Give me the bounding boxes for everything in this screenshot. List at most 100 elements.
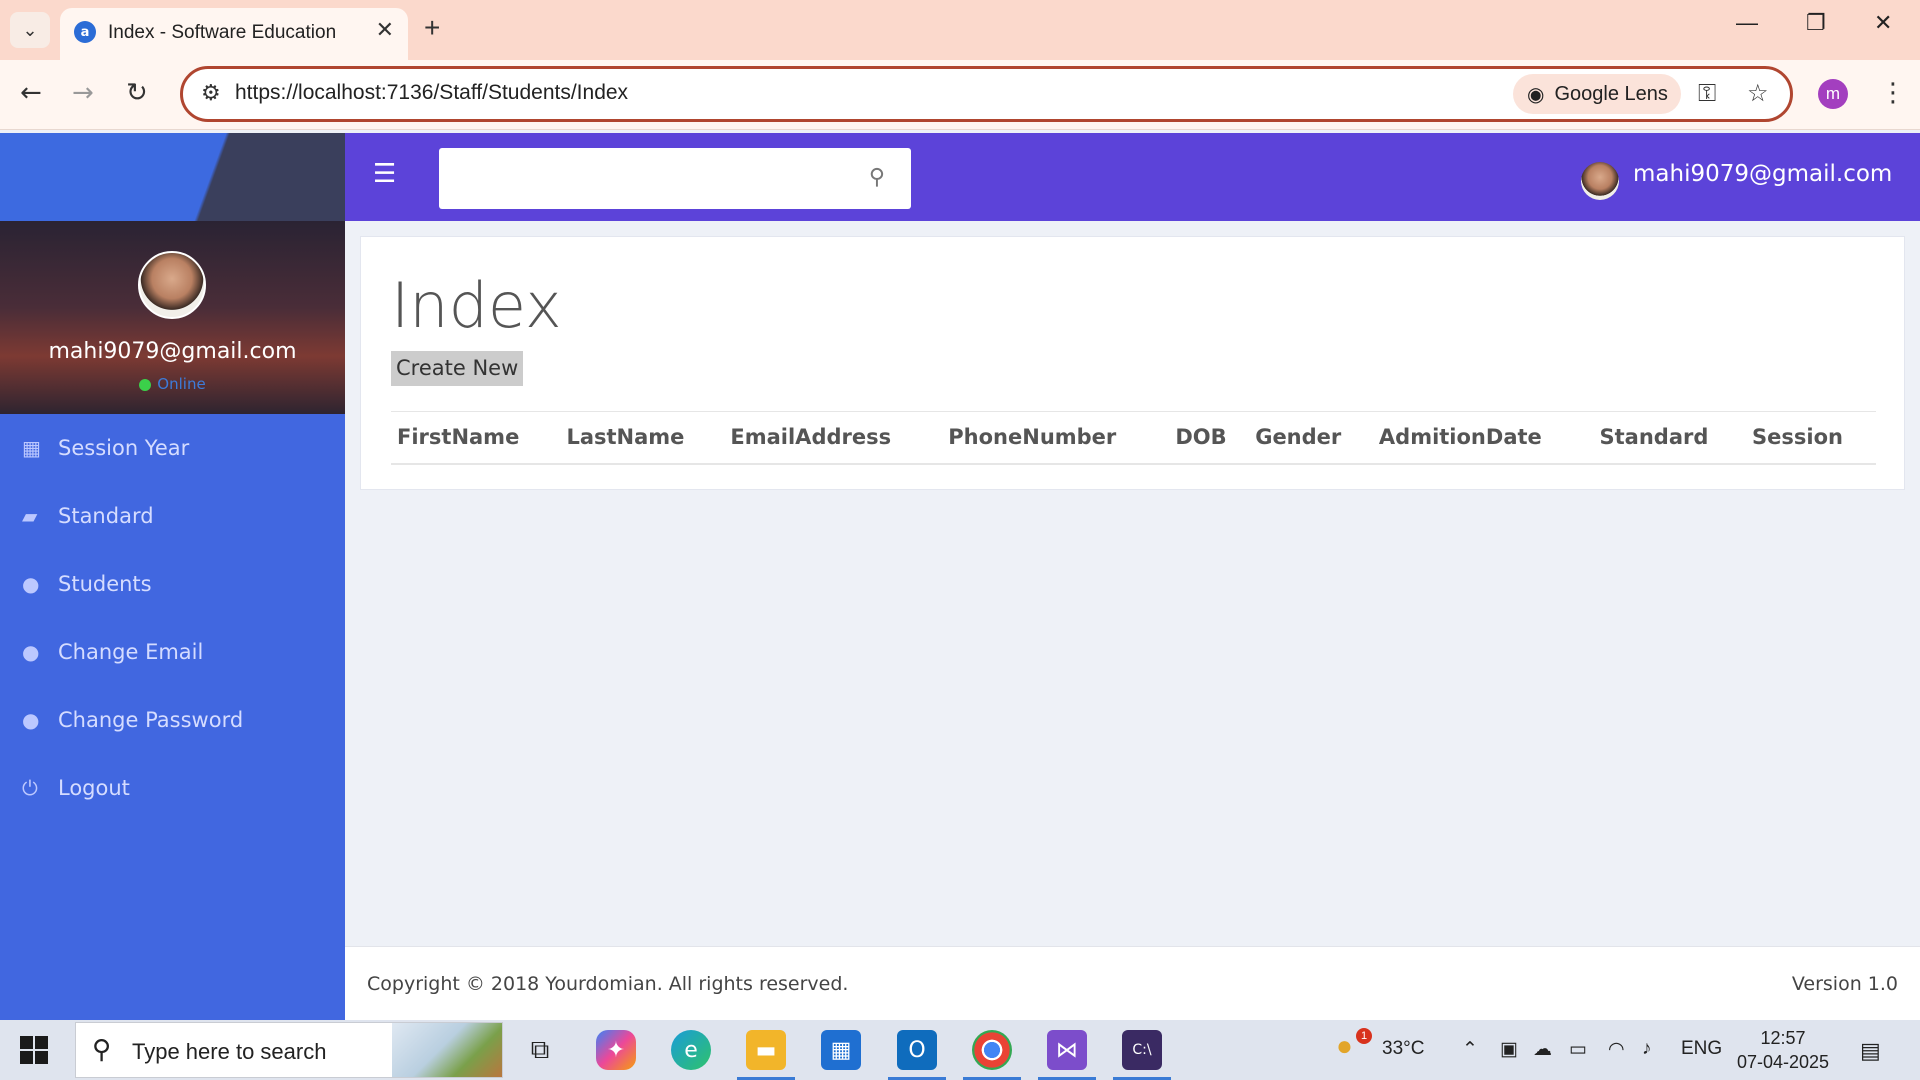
user-icon: ● [22, 572, 40, 596]
topbar-avatar[interactable] [1581, 162, 1619, 200]
column-header-phonenumber: PhoneNumber [942, 411, 1170, 465]
windows-start-icon[interactable] [20, 1036, 48, 1064]
minimize-window-button[interactable]: — [1736, 10, 1758, 36]
students-table: FirstName LastName EmailAddress PhoneNum… [391, 411, 1876, 465]
chevron-down-icon: ⌄ [22, 19, 38, 41]
sidebar: mahi9079@gmail.com Online ▦ Session Year… [0, 133, 345, 1020]
column-header-session: Session [1746, 411, 1876, 465]
online-dot-icon [139, 378, 152, 391]
sidebar-item-label: Change Password [58, 708, 244, 732]
notification-icon[interactable]: ▤ [1860, 1038, 1881, 1064]
column-header-dob: DOB [1169, 411, 1250, 465]
more-menu-icon[interactable]: ⋮ [1880, 78, 1906, 108]
windows-taskbar: ⚲ Type here to search ⧉ ✦ e ▬ ▦ O ⋈ C:\ … [0, 1020, 1920, 1080]
restore-window-button[interactable]: ❐ [1806, 10, 1826, 36]
edge-browser-icon[interactable]: e [671, 1030, 711, 1070]
onedrive-cloud-icon[interactable]: ☁ [1533, 1038, 1552, 1061]
sidebar-item-label: Standard [58, 504, 154, 528]
meet-now-icon[interactable]: ▣ [1500, 1038, 1518, 1061]
battery-icon[interactable]: ▭ [1569, 1038, 1587, 1061]
calendar-icon: ▦ [22, 436, 41, 460]
sidebar-item-label: Students [58, 572, 152, 596]
file-explorer-icon[interactable]: ▬ [746, 1030, 786, 1070]
search-icon: ⚲ [92, 1035, 112, 1065]
close-tab-icon[interactable]: ✕ [376, 18, 394, 43]
google-lens-label: Google Lens [1554, 82, 1668, 105]
column-header-admitiondate: AdmitionDate [1372, 411, 1594, 465]
user-icon: ● [22, 708, 40, 732]
column-header-lastname: LastName [560, 411, 725, 465]
speaker-icon[interactable]: ♪ [1642, 1038, 1652, 1060]
power-icon: ⏻ [22, 776, 38, 800]
outlook-icon[interactable]: O [897, 1030, 937, 1070]
sidebar-menu: ▦ Session Year ▰ Standard ● Students ● C… [0, 414, 345, 822]
footer-copyright: Copyright © 2018 Yourdomian. All rights … [367, 973, 849, 995]
user-status-label: Online [157, 375, 206, 393]
url-text[interactable]: https://localhost:7136/Staff/Students/In… [235, 81, 628, 105]
column-header-emailaddress: EmailAddress [724, 411, 943, 465]
sidebar-item-label: Session Year [58, 436, 190, 460]
task-view-icon[interactable]: ⧉ [520, 1030, 560, 1070]
search-input[interactable] [439, 148, 859, 209]
back-button[interactable]: ← [20, 78, 42, 108]
weather-icon[interactable]: ● [1336, 1030, 1353, 1062]
page-footer: Copyright © 2018 Yourdomian. All rights … [345, 946, 1920, 1020]
star-icon[interactable]: ☆ [1747, 79, 1769, 107]
sidebar-item-label: Change Email [58, 640, 204, 664]
address-bar[interactable]: ⚙ https://localhost:7136/Staff/Students/… [180, 66, 1793, 122]
search-icon[interactable]: ⚲ [869, 165, 885, 190]
sidebar-brand [0, 133, 345, 221]
terminal-icon[interactable]: C:\ [1122, 1030, 1162, 1070]
app-topbar: ☰ ⚲ mahi9079@gmail.com [345, 133, 1920, 221]
sidebar-item-session-year[interactable]: ▦ Session Year [0, 414, 345, 482]
user-status: Online [0, 375, 345, 393]
close-window-button[interactable]: ✕ [1874, 10, 1892, 36]
footer-version: Version 1.0 [1791, 973, 1898, 995]
taskbar-search-placeholder: Type here to search [132, 1039, 327, 1064]
reload-button[interactable]: ↻ [126, 78, 148, 108]
create-new-link[interactable]: Create New [391, 351, 524, 386]
sidebar-item-change-email[interactable]: ● Change Email [0, 618, 345, 686]
user-avatar [138, 251, 206, 319]
sidebar-item-standard[interactable]: ▰ Standard [0, 482, 345, 550]
sidebar-item-label: Logout [58, 776, 130, 800]
page-title: Index [391, 269, 562, 342]
table-header-row: FirstName LastName EmailAddress PhoneNum… [391, 411, 1876, 465]
clock-date: 07-04-2025 [1736, 1052, 1830, 1072]
chrome-browser-icon[interactable] [972, 1030, 1012, 1070]
tab-title: Index - Software Education [108, 22, 337, 43]
user-panel: mahi9079@gmail.com Online [0, 221, 345, 414]
camera-icon: ◉ [1527, 83, 1545, 106]
sidebar-item-students[interactable]: ● Students [0, 550, 345, 618]
sidebar-item-change-password[interactable]: ● Change Password [0, 686, 345, 754]
weather-badge: 1 [1356, 1028, 1372, 1044]
key-icon[interactable]: ⚿ [1698, 79, 1716, 107]
chevron-up-icon[interactable]: ⌃ [1462, 1038, 1478, 1061]
url-host: https://localhost [235, 81, 381, 104]
topbar-user-email[interactable]: mahi9079@gmail.com [1633, 161, 1892, 187]
sidebar-user-email: mahi9079@gmail.com [48, 339, 297, 364]
weather-temperature[interactable]: 33°C [1382, 1038, 1424, 1060]
system-clock[interactable]: 12:57 07-04-2025 [1735, 1026, 1831, 1074]
hamburger-menu-icon[interactable]: ☰ [373, 159, 396, 189]
forward-button[interactable]: → [72, 78, 94, 108]
profile-avatar[interactable]: m [1818, 79, 1848, 109]
google-lens-button[interactable]: ◉ Google Lens [1513, 74, 1681, 114]
language-indicator[interactable]: ENG [1681, 1038, 1722, 1060]
user-icon: ● [22, 640, 40, 664]
copilot-icon[interactable]: ✦ [596, 1030, 636, 1070]
wifi-icon[interactable]: ◠ [1608, 1038, 1625, 1061]
browser-toolbar: ← → ↻ ⚙ https://localhost:7136/Staff/Stu… [0, 60, 1920, 130]
column-header-gender: Gender [1249, 411, 1373, 465]
visual-studio-icon[interactable]: ⋈ [1047, 1030, 1087, 1070]
taskbar-search-box[interactable]: ⚲ Type here to search [75, 1022, 503, 1078]
tab-search-button[interactable]: ⌄ [10, 12, 50, 48]
clock-time: 12:57 [1760, 1028, 1806, 1048]
site-settings-icon[interactable]: ⚙ [201, 81, 221, 106]
microsoft-store-icon[interactable]: ▦ [821, 1030, 861, 1070]
browser-tab[interactable]: a Index - Software Education ✕ [60, 8, 408, 60]
sidebar-item-logout[interactable]: ⏻ Logout [0, 754, 345, 822]
url-path: :7136/Staff/Students/Index [380, 81, 629, 104]
column-header-firstname: FirstName [391, 411, 561, 465]
new-tab-button[interactable]: + [424, 12, 440, 44]
